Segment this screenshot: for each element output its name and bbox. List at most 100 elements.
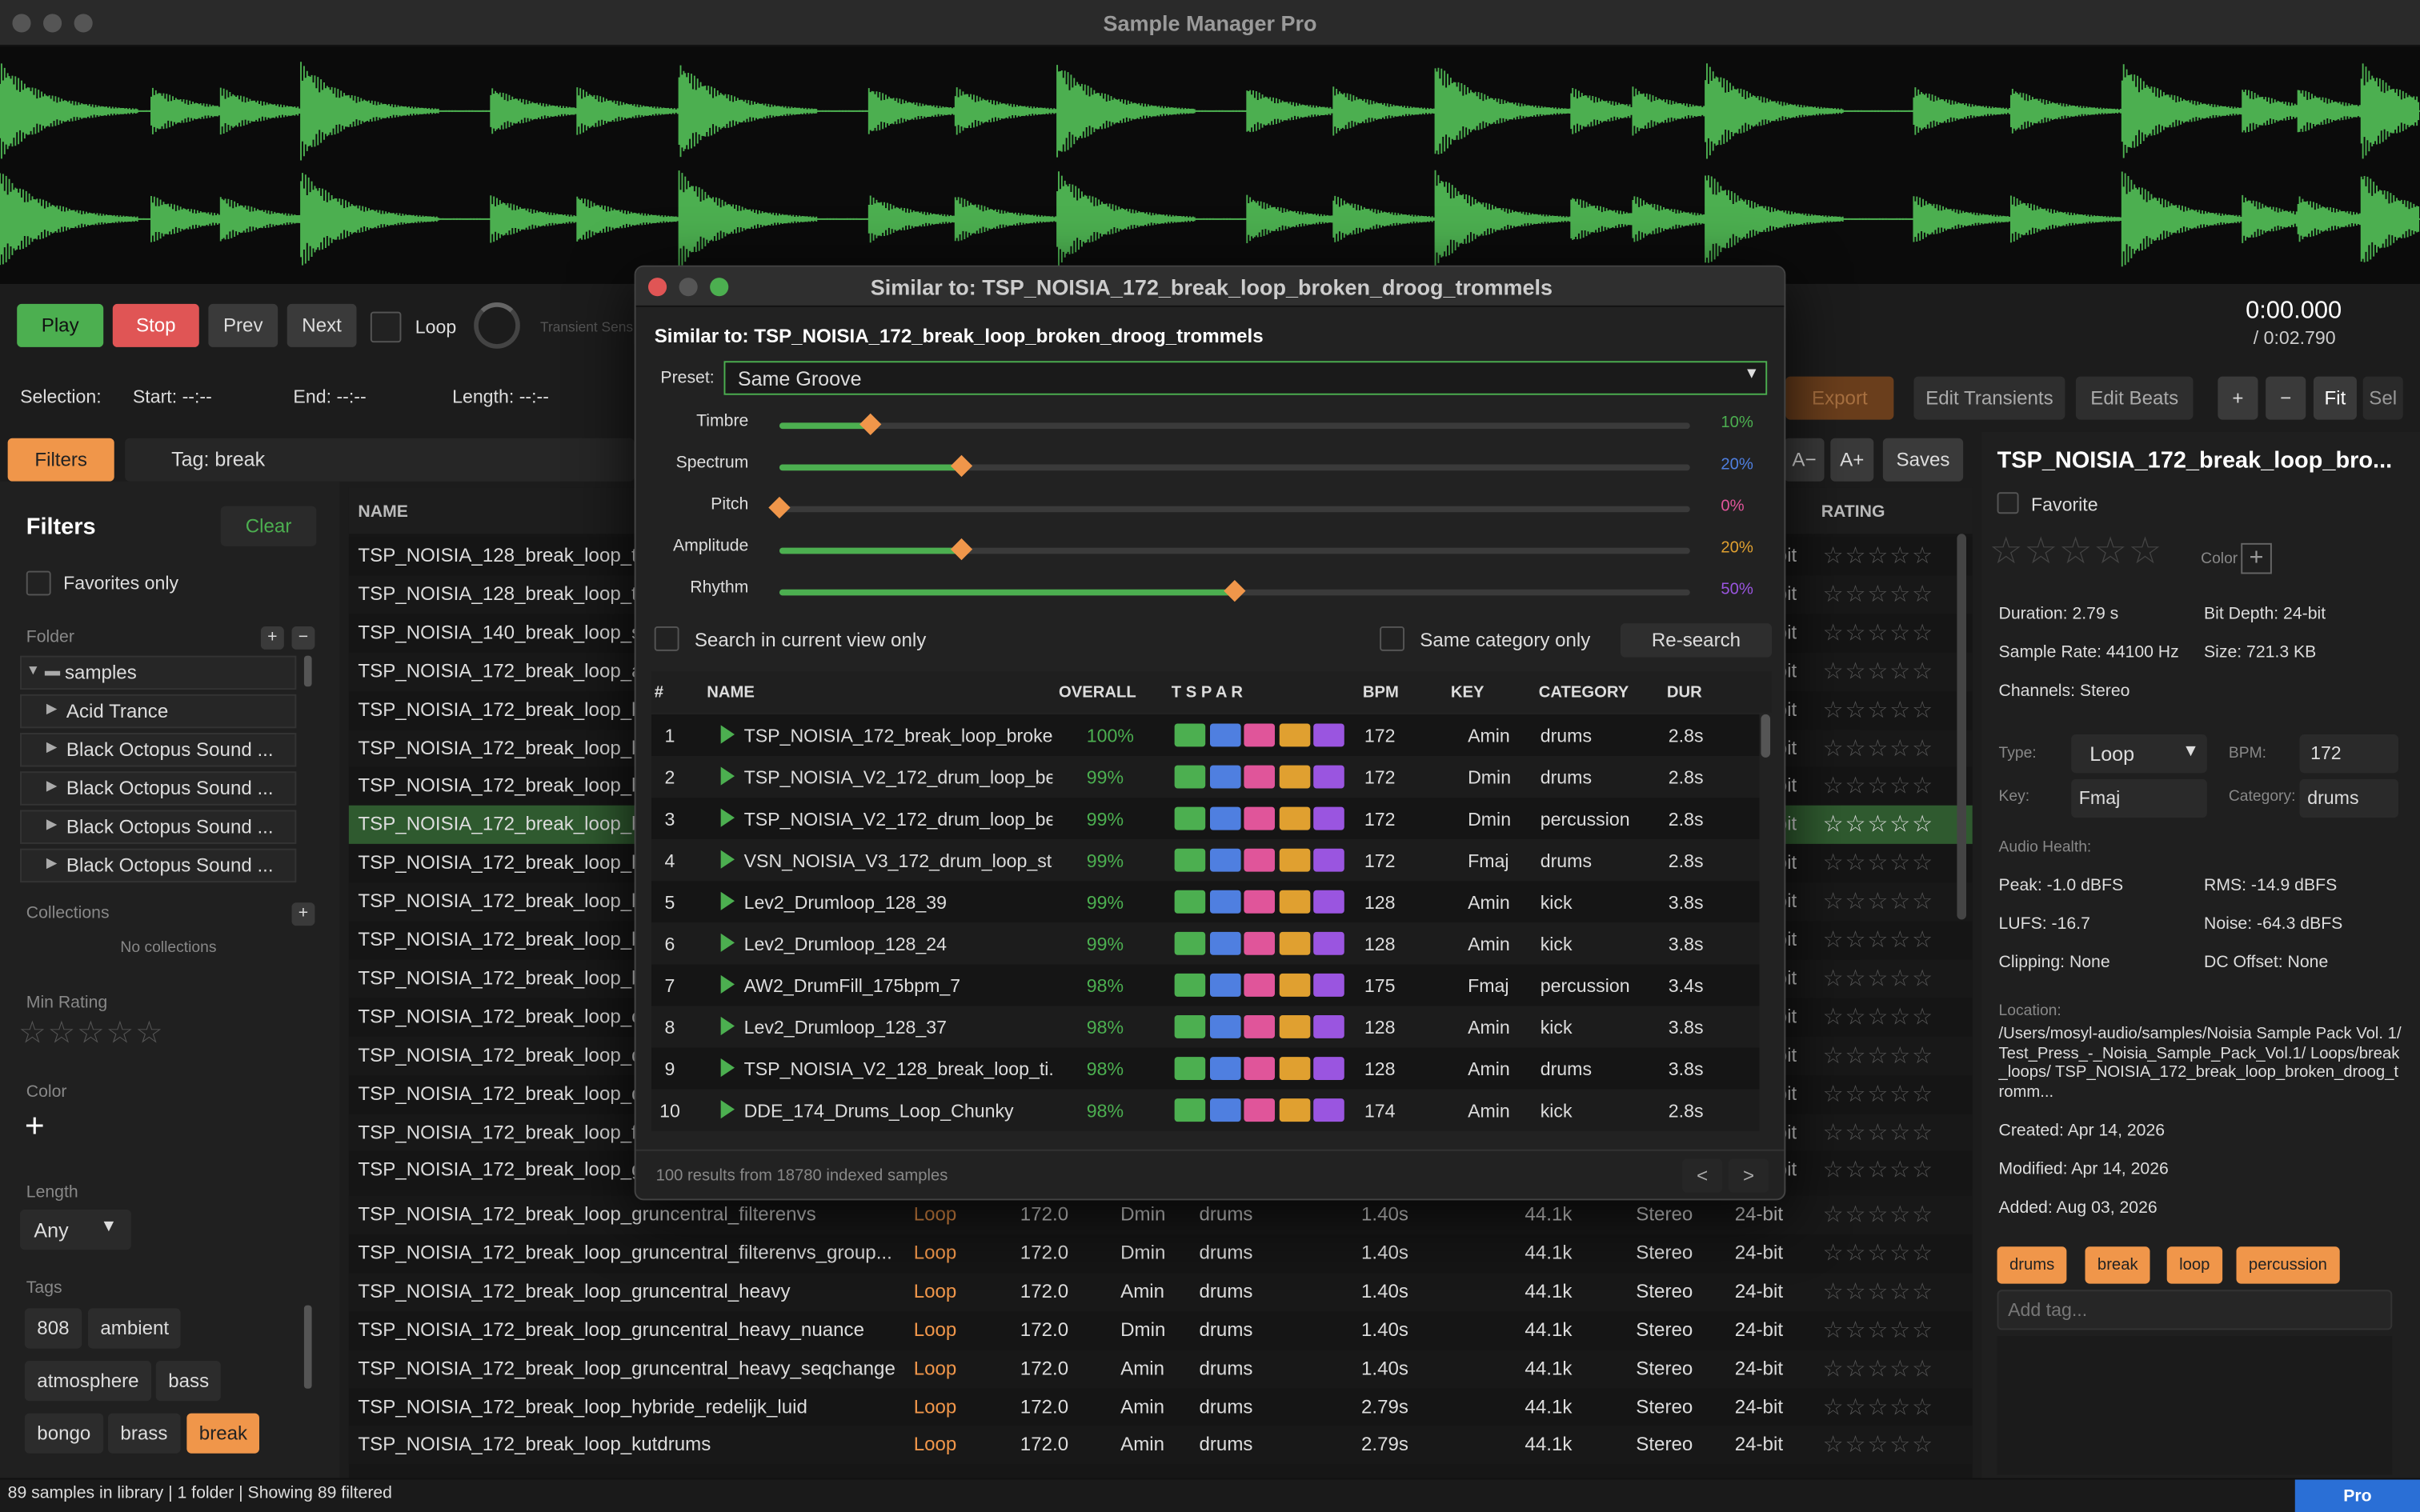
play-icon[interactable] [720, 1058, 735, 1078]
search-current-view-checkbox[interactable] [654, 626, 679, 651]
zoom-out-button[interactable]: − [2266, 376, 2306, 420]
collapsed-icon[interactable]: ▶ [46, 701, 57, 718]
slider-handle[interactable] [859, 413, 882, 435]
clear-filters-button[interactable]: Clear [220, 506, 317, 546]
table-row[interactable]: TSP_NOISIA_172_break_loop_kutdrums Loop 17… [348, 1426, 1973, 1465]
add-folder-button[interactable]: + [260, 626, 284, 650]
transient-sensitivity-knob[interactable] [474, 302, 520, 349]
collapsed-icon[interactable]: ▶ [46, 854, 57, 871]
table-row[interactable]: TSP_NOISIA_172_break_loop_gruncentral_fi… [348, 1195, 1973, 1234]
row-rating-stars[interactable]: ☆☆☆☆☆ [1823, 734, 1934, 762]
tag-chip-ambient[interactable]: ambient [87, 1308, 182, 1349]
research-button[interactable]: Re-search [1620, 623, 1772, 658]
result-row[interactable]: 7 AW2_DrumFill_175bpm_7 98% 175 Fmaj percussi… [651, 964, 1760, 1006]
row-rating-stars[interactable]: ☆☆☆☆☆ [1823, 926, 1934, 954]
key-input[interactable]: Fmaj [2071, 778, 2207, 818]
slider-pitch[interactable] [768, 496, 1690, 519]
row-rating-stars[interactable]: ☆☆☆☆☆ [1823, 580, 1934, 608]
slider-handle[interactable] [950, 454, 973, 478]
prev-page-button[interactable]: < [1682, 1158, 1723, 1193]
favorite-checkbox[interactable] [1997, 492, 2019, 514]
folder-item[interactable]: ▶ Black Octopus Sound ... [20, 733, 297, 767]
results-scrollbar[interactable] [1761, 714, 1771, 758]
same-category-checkbox[interactable] [1380, 626, 1404, 651]
row-rating-stars[interactable]: ☆☆☆☆☆ [1823, 1431, 1934, 1458]
folder-item-root[interactable]: ▼ ▬ samples [20, 655, 297, 690]
play-button[interactable]: Play [17, 303, 104, 347]
row-rating-stars[interactable]: ☆☆☆☆☆ [1823, 1118, 1934, 1146]
next-button[interactable]: Next [286, 303, 357, 347]
next-page-button[interactable]: > [1728, 1158, 1769, 1193]
table-scrollbar[interactable] [1957, 534, 1966, 920]
row-rating-stars[interactable]: ☆☆☆☆☆ [1823, 772, 1934, 800]
row-rating-stars[interactable]: ☆☆☆☆☆ [1823, 1002, 1934, 1030]
result-row[interactable]: 8 Lev2_Drumloop_128_37 98% 128 Amin kick 3.8s [651, 1006, 1760, 1048]
row-rating-stars[interactable]: ☆☆☆☆☆ [1823, 1393, 1934, 1420]
slider-handle[interactable] [1224, 580, 1246, 602]
row-rating-stars[interactable]: ☆☆☆☆☆ [1823, 618, 1934, 646]
length-select[interactable]: Any ▼ [20, 1209, 131, 1250]
type-select[interactable]: Loop ▼ [2071, 734, 2207, 774]
play-icon[interactable] [720, 808, 735, 827]
row-rating-stars[interactable]: ☆☆☆☆☆ [1823, 1041, 1934, 1069]
add-tag-input[interactable]: Add tag... [1997, 1290, 2393, 1330]
waveform-display[interactable] [0, 46, 2420, 284]
prev-button[interactable]: Prev [208, 303, 278, 347]
slider-spectrum[interactable] [779, 454, 1690, 478]
row-rating-stars[interactable]: ☆☆☆☆☆ [1823, 542, 1934, 570]
row-rating-stars[interactable]: ☆☆☆☆☆ [1823, 1200, 1934, 1228]
table-row[interactable]: TSP_NOISIA_172_break_loop_gruncentral_he… [348, 1349, 1973, 1388]
zoom-selection-button[interactable]: Sel [2362, 376, 2403, 420]
folder-item[interactable]: ▶ Black Octopus Sound ... [20, 771, 297, 806]
play-icon[interactable] [720, 1016, 735, 1036]
result-row[interactable]: 10 DDE_174_Drums_Loop_Chunky 98% 174 Amin kic… [651, 1089, 1760, 1131]
result-row[interactable]: 1 TSP_NOISIA_172_break_loop_broke... 100% 1… [651, 714, 1760, 756]
detail-tag-loop[interactable]: loop [2166, 1246, 2222, 1284]
row-rating-stars[interactable]: ☆☆☆☆☆ [1823, 695, 1934, 723]
tag-chip-break[interactable]: break [186, 1413, 260, 1454]
table-row[interactable]: TSP_NOISIA_172_break_loop_gruncentral_he… [348, 1272, 1973, 1311]
result-row[interactable]: 4 VSN_NOISIA_V3_172_drum_loop_sta... 99% 17… [651, 839, 1760, 882]
play-icon[interactable] [720, 766, 735, 786]
min-rating-stars[interactable]: ☆☆☆☆☆ [18, 1014, 165, 1052]
col-rating-header[interactable]: RATING [1821, 503, 1885, 522]
slider-rhythm[interactable] [779, 580, 1690, 602]
expanded-icon[interactable]: ▼ [26, 662, 40, 677]
col-name-header[interactable]: NAME [358, 503, 407, 522]
tag-chip-bass[interactable]: bass [155, 1360, 222, 1402]
tags-scrollbar[interactable] [303, 1305, 312, 1389]
search-input[interactable]: Tag: break [125, 438, 635, 482]
pro-badge[interactable]: Pro [2294, 1479, 2420, 1512]
font-larger-button[interactable]: A+ [1830, 438, 1874, 482]
table-row[interactable]: TSP_NOISIA_172_break_loop_gruncentral_fi… [348, 1234, 1973, 1273]
favorites-only-checkbox[interactable] [26, 570, 51, 596]
bpm-input[interactable]: 172 [2299, 734, 2398, 774]
collapsed-icon[interactable]: ▶ [46, 739, 57, 756]
remove-folder-button[interactable]: − [291, 626, 315, 650]
zoom-in-button[interactable]: + [2218, 376, 2258, 420]
row-rating-stars[interactable]: ☆☆☆☆☆ [1823, 1156, 1934, 1184]
slider-amplitude[interactable] [779, 538, 1690, 561]
result-row[interactable]: 6 Lev2_Drumloop_128_24 99% 128 Amin kick 3.8s [651, 922, 1760, 965]
detail-tag-break[interactable]: break [2085, 1246, 2151, 1284]
row-rating-stars[interactable]: ☆☆☆☆☆ [1823, 1238, 1934, 1266]
edit-beats-button[interactable]: Edit Beats [2075, 376, 2194, 420]
edit-transients-button[interactable]: Edit Transients [1913, 376, 2065, 420]
row-rating-stars[interactable]: ☆☆☆☆☆ [1823, 849, 1934, 877]
play-icon[interactable] [720, 974, 735, 994]
play-icon[interactable] [720, 891, 735, 910]
table-row[interactable]: TSP_NOISIA_172_break_loop_gruncentral_he… [348, 1310, 1973, 1350]
slider-handle[interactable] [768, 496, 791, 519]
collapsed-icon[interactable]: ▶ [46, 778, 57, 794]
folder-item[interactable]: ▶ Black Octopus Sound ... [20, 810, 297, 844]
add-collection-button[interactable]: + [291, 902, 315, 926]
row-rating-stars[interactable]: ☆☆☆☆☆ [1823, 1354, 1934, 1382]
row-rating-stars[interactable]: ☆☆☆☆☆ [1823, 657, 1934, 685]
play-icon[interactable] [720, 933, 735, 952]
result-row[interactable]: 3 TSP_NOISIA_V2_172_drum_loop_be... 99% 172… [651, 798, 1760, 840]
row-rating-stars[interactable]: ☆☆☆☆☆ [1823, 1079, 1934, 1107]
tag-chip-808[interactable]: 808 [24, 1308, 82, 1349]
saves-button[interactable]: Saves [1882, 438, 1964, 482]
folder-item[interactable]: ▶ Black Octopus Sound ... [20, 848, 297, 883]
add-color-icon[interactable]: + [25, 1106, 45, 1146]
